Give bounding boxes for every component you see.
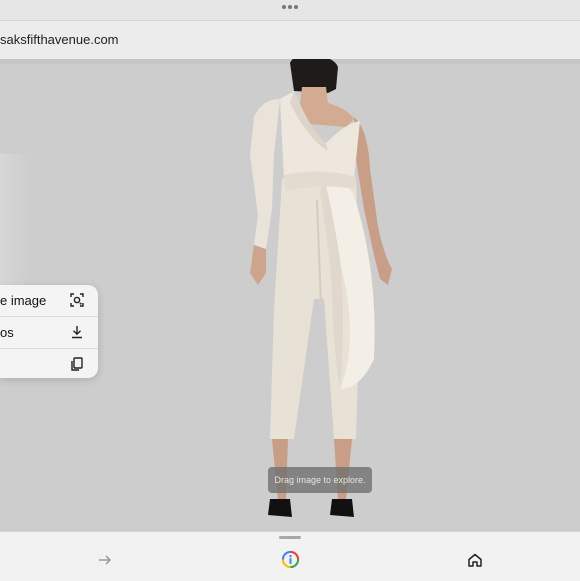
more-horizontal-icon[interactable] [282,3,298,11]
product-image[interactable] [228,59,408,531]
bottom-toolbar [0,531,580,581]
lens-search-icon [70,293,84,307]
google-lens-icon[interactable] [281,550,300,569]
sheet-grabber[interactable] [279,536,301,539]
url-text: saksfifthavenue.com [0,32,119,47]
image-context-menu: e image os [0,285,98,378]
menu-item-label: os [0,325,14,340]
forward-arrow-icon[interactable] [97,552,113,568]
menu-item-download-image[interactable]: os [0,317,98,349]
address-bar[interactable]: saksfifthavenue.com [0,20,580,60]
menu-item-search-image[interactable]: e image [0,285,98,317]
top-handle-area [0,0,580,20]
home-icon[interactable] [467,552,483,568]
copy-icon [71,357,83,371]
menu-item-copy-image[interactable] [0,349,98,378]
drag-hint: Drag image to explore. [268,467,372,493]
download-icon [72,326,82,339]
model-figure [250,59,392,517]
menu-item-label: e image [0,293,47,308]
